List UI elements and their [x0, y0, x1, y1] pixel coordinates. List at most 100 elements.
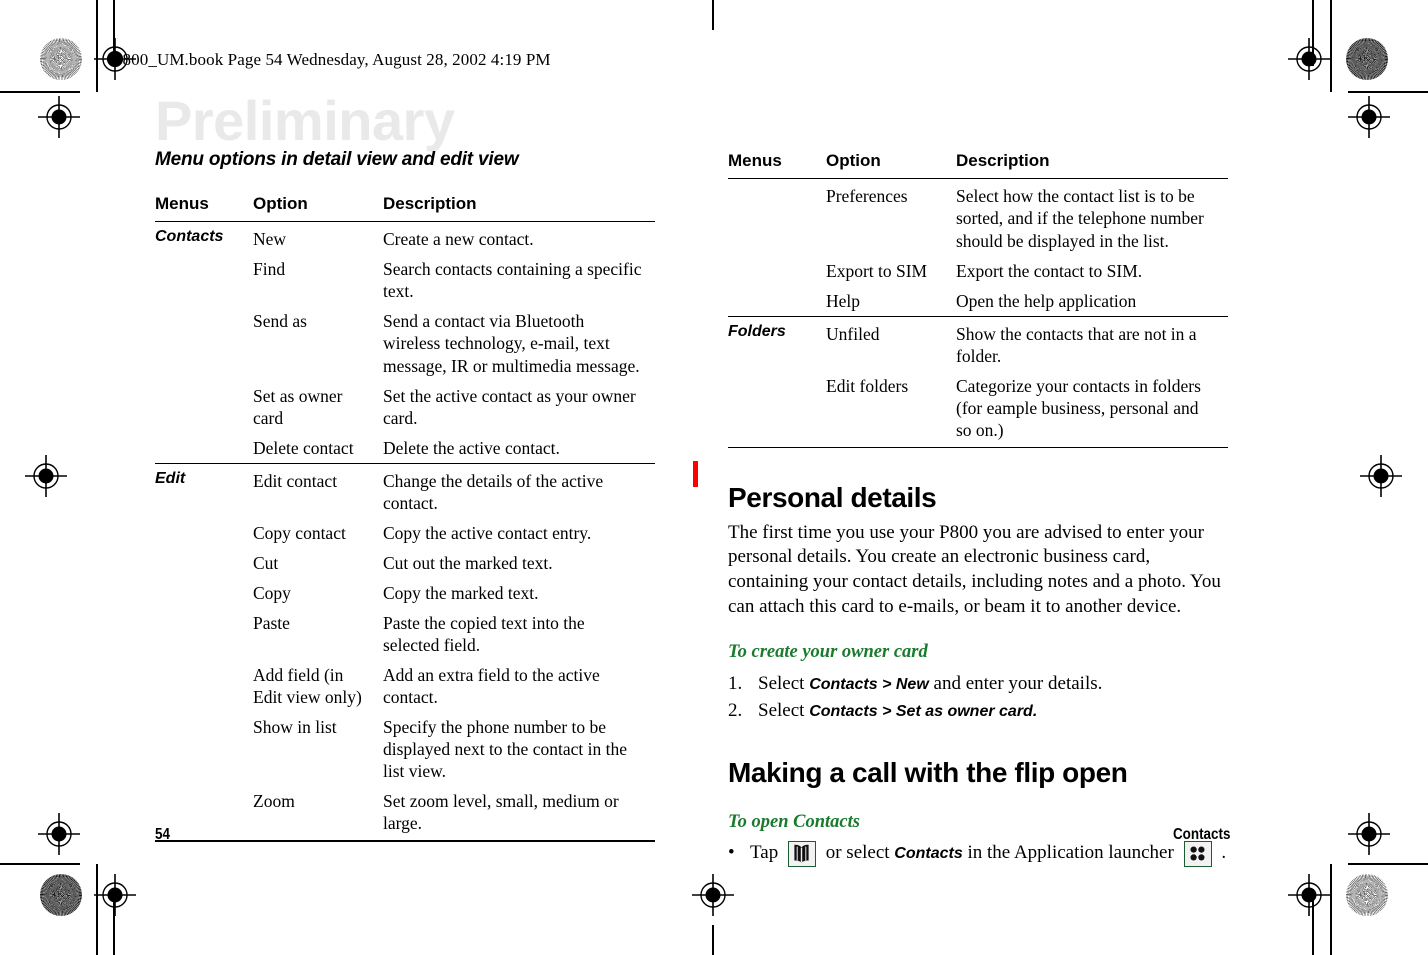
- footer-page-number: 54: [155, 826, 170, 843]
- steps-create-owner-card: 1. Select Contacts > New and enter your d…: [728, 670, 1228, 725]
- cell-option: Help: [826, 290, 861, 311]
- cell-menu: [155, 548, 253, 578]
- cell-description: Send a contact via Bluetooth wireless te…: [383, 311, 640, 376]
- section-heading-menu-options: Menu options in detail view and edit vie…: [155, 149, 519, 170]
- ui-label-contacts: Contacts: [894, 845, 963, 863]
- cell-option: Copy: [253, 582, 291, 603]
- registration-mark-left-upper: [38, 96, 80, 138]
- cell-option: Cut: [253, 552, 279, 573]
- cell-menu: [155, 608, 253, 660]
- column-header-option: Option: [253, 193, 308, 213]
- cell-description: Delete the active contact.: [383, 437, 560, 458]
- table-row: Set as owner card Set the active contact …: [155, 381, 655, 433]
- paragraph-personal-details: The first time you use your P800 you are…: [728, 521, 1221, 617]
- step-text-prefix: Select: [758, 672, 810, 694]
- cell-option: Copy contact: [253, 522, 346, 543]
- procedure-heading-create-owner-card: To create your owner card: [728, 642, 928, 663]
- table-row: Send as Send a contact via Bluetooth wire…: [155, 306, 655, 380]
- step-text: Select Contacts > New and enter your det…: [758, 670, 1102, 698]
- cell-menu: [155, 381, 253, 433]
- column-header-menus: Menus: [155, 193, 209, 213]
- cell-option: Edit contact: [253, 462, 383, 518]
- cell-menu: [728, 371, 826, 445]
- step-text-suffix: and enter your details.: [928, 672, 1103, 694]
- cell-option: Show in list: [253, 717, 337, 738]
- table-row: Paste Paste the copied text into the sele…: [155, 608, 655, 660]
- ui-menu-path: Contacts > New: [809, 675, 929, 693]
- cell-option: Set as owner card: [253, 385, 343, 428]
- table-row: Cut Cut out the marked text.: [155, 548, 655, 578]
- bullet-text-part4: .: [1221, 842, 1227, 864]
- cell-option: Unfiled: [826, 315, 956, 371]
- table-head-left: Menus Option Description: [155, 193, 655, 222]
- table-row: Folders Unfiled Show the contacts that are…: [728, 315, 1228, 371]
- table-row: Edit Edit contact Change the details of th…: [155, 462, 655, 518]
- bullet-text-part3: in the Application launcher: [967, 842, 1174, 864]
- cell-option: Edit folders: [826, 375, 909, 396]
- table-row: Preferences Select how the contact list i…: [728, 179, 1228, 256]
- cell-menu: [155, 578, 253, 608]
- table-row: Add field (in Edit view only) Add an extr…: [155, 660, 655, 712]
- cell-option: New: [253, 221, 383, 255]
- footer-chapter-name: Contacts: [1172, 826, 1230, 843]
- crop-line-top-right-vertical-2: [1330, 0, 1332, 92]
- menu-options-table-right: Menus Option Description Preferences Sele…: [728, 150, 1228, 445]
- registration-mark-left-middle: [25, 455, 67, 497]
- table-body-right: Preferences Select how the contact list i…: [728, 179, 1228, 445]
- cell-option: Delete contact: [253, 437, 354, 458]
- crop-line-left-horizontal-bottom: [0, 863, 80, 865]
- cell-menu: [155, 306, 253, 380]
- cell-description: Copy the marked text.: [383, 582, 539, 603]
- table-body-left: Contacts New Create a new contact. Find Sear…: [155, 221, 655, 839]
- cell-description: Cut out the marked text.: [383, 552, 553, 573]
- heading-personal-details: Personal details: [728, 482, 937, 514]
- color-rosette-top-right: [1346, 38, 1388, 80]
- cell-option: Paste: [253, 612, 290, 633]
- table-header-row: Menus Option Description: [155, 193, 655, 222]
- cell-description: Export the contact to SIM.: [956, 260, 1143, 281]
- table-row: Edit folders Categorize your contacts in …: [728, 371, 1228, 445]
- cell-description: Search contacts containing a specific te…: [383, 259, 642, 302]
- preliminary-watermark: Preliminary: [155, 89, 455, 152]
- cell-description: Show the contacts that are not in a fold…: [956, 315, 1228, 371]
- cell-description: Open the help application: [956, 290, 1137, 311]
- cell-menu: [155, 254, 253, 306]
- cell-menu: [728, 286, 826, 317]
- cell-menu: Folders: [728, 315, 826, 371]
- cell-menu: [728, 179, 826, 256]
- cell-option: Send as: [253, 311, 307, 332]
- table-head-right: Menus Option Description: [728, 150, 1228, 179]
- application-launcher-icon[interactable]: [1183, 840, 1212, 867]
- color-rosette-top-left: [40, 38, 82, 80]
- column-header-menus: Menus: [728, 151, 782, 170]
- cell-description: Categorize your contacts in folders (for…: [956, 375, 1201, 440]
- cell-option: Export to SIM: [826, 260, 928, 281]
- table-row: Show in list Specify the phone number to …: [155, 712, 655, 786]
- crop-line-right-horizontal-bottom: [1348, 863, 1428, 865]
- cell-description: Add an extra field to the active contact…: [383, 665, 600, 708]
- cell-menu: [728, 256, 826, 286]
- registration-mark-bottom-right: [1288, 874, 1330, 916]
- menu-options-table-left: Menus Option Description Contacts New Crea…: [155, 193, 655, 838]
- cell-menu: [155, 518, 253, 548]
- table-row: Export to SIM Export the contact to SIM.: [728, 256, 1228, 286]
- crop-line-bottom-center-vertical: [712, 925, 714, 955]
- cell-menu: [155, 660, 253, 712]
- contacts-book-icon[interactable]: [787, 840, 816, 867]
- crop-line-bottom-right-vertical-2: [1330, 864, 1332, 955]
- cell-description: Create a new contact.: [383, 221, 655, 255]
- document-page: P800_UM.book Page 54 Wednesday, August 2…: [0, 0, 1428, 955]
- table-row: Copy Copy the marked text.: [155, 578, 655, 608]
- crop-line-left-horizontal-top: [0, 91, 80, 93]
- cell-option: Preferences: [826, 186, 908, 207]
- cell-menu: Contacts: [155, 221, 253, 255]
- registration-mark-right-upper: [1348, 96, 1390, 138]
- crop-line-top-center-vertical: [712, 0, 714, 30]
- registration-mark-right-lower: [1348, 813, 1390, 855]
- step-number: 1.: [728, 672, 743, 694]
- table-row: Contacts New Create a new contact.: [155, 221, 655, 255]
- cell-description: Paste the copied text into the selected …: [383, 612, 585, 655]
- left-column: Menu options in detail view and edit vie…: [155, 149, 655, 842]
- cell-menu: Edit: [155, 462, 253, 518]
- step-text: Select Contacts > Set as owner card.: [758, 697, 1037, 725]
